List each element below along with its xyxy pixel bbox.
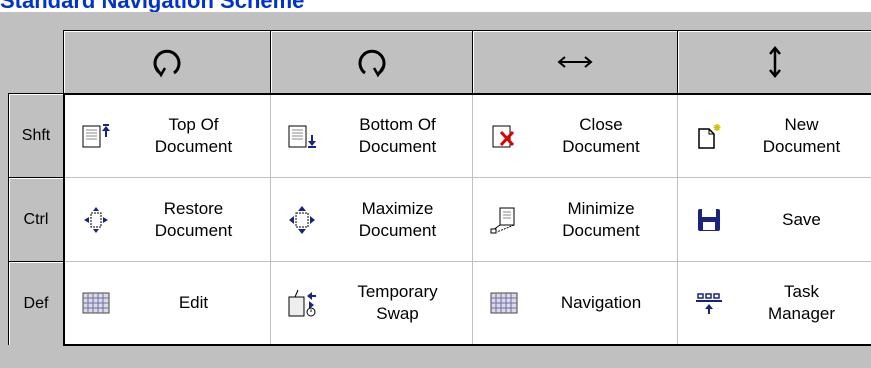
edit-grid-icon [81, 288, 111, 318]
cell-label: Restore Document [154, 198, 233, 240]
cell-bottom-of-document[interactable]: Bottom Of Document [271, 95, 472, 177]
cell-label: Save [782, 209, 821, 229]
rotate-counterclockwise-icon [152, 45, 182, 79]
cell-minimize-document[interactable]: Minimize Document [473, 178, 677, 261]
rotate-clockwise-icon [357, 45, 387, 79]
cell-label: Task Manager [767, 282, 836, 323]
bottom-of-document-icon [287, 121, 317, 151]
cell-maximize-document[interactable]: Maximize Document [271, 178, 472, 261]
cell-label: Bottom Of Document [358, 115, 437, 156]
close-document-icon [489, 121, 519, 151]
cell-label: Temporary Swap [357, 282, 438, 323]
cell-save[interactable]: Save [678, 178, 871, 261]
cell-navigation[interactable]: Navigation [473, 262, 677, 344]
column-header-rotate-left [63, 30, 270, 93]
cell-new-document[interactable]: New Document [678, 95, 871, 177]
row-header-shift: Shft [8, 93, 63, 177]
save-icon [694, 205, 724, 235]
cell-label: Edit [178, 293, 209, 312]
cell-label: Maximize Document [358, 198, 437, 240]
row-header-default: Def [8, 261, 63, 345]
top-of-document-icon [81, 121, 111, 151]
cell-label: New Document [762, 115, 841, 156]
cell-label: Close Document [562, 115, 640, 156]
restore-document-icon [81, 205, 111, 235]
cell-task-manager[interactable]: Task Manager [678, 262, 871, 344]
vertical-arrow-icon [767, 45, 783, 79]
cell-label: Minimize Document [562, 198, 640, 240]
cell-label: Top Of Document [154, 115, 233, 156]
minimize-document-icon [489, 205, 519, 235]
cell-edit[interactable]: Edit [65, 262, 270, 344]
task-manager-icon [694, 288, 724, 318]
maximize-document-icon [287, 205, 317, 235]
page-title: Standard Navigation Scheme [0, 0, 305, 13]
column-header-rotate-right [270, 30, 472, 93]
cell-close-document[interactable]: Close Document [473, 95, 677, 177]
cell-label: Navigation [560, 293, 642, 312]
column-header-vertical [677, 30, 871, 93]
new-document-icon [694, 121, 724, 151]
cell-temporary-swap[interactable]: Temporary Swap [271, 262, 472, 344]
horizontal-arrow-icon [556, 52, 594, 72]
cell-top-of-document[interactable]: Top Of Document [65, 95, 270, 177]
row-header-ctrl: Ctrl [8, 177, 63, 261]
cell-restore-document[interactable]: Restore Document [65, 178, 270, 261]
column-header-horizontal [472, 30, 677, 93]
temporary-swap-icon [287, 288, 317, 318]
navigation-grid-icon [489, 288, 519, 318]
command-grid: Top Of Document Bottom Of Document Close… [63, 93, 871, 346]
